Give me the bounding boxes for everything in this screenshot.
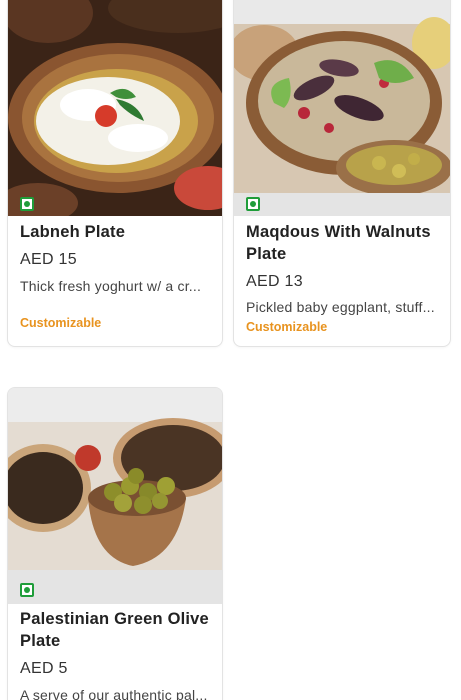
food-image[interactable]: [8, 388, 222, 604]
maqdous-photo: [234, 0, 450, 216]
item-title: Palestinian Green Olive Plate: [20, 610, 209, 650]
menu-item-card[interactable]: Palestinian Green Olive Plate AED 5 A se…: [7, 387, 223, 700]
veg-indicator-icon: [246, 197, 260, 211]
olive-photo: [8, 388, 222, 604]
labneh-photo: [8, 0, 222, 216]
item-price: AED 5: [20, 660, 68, 677]
item-description: A serve of our authentic pal...: [20, 687, 208, 700]
menu-item-card[interactable]: Maqdous With Walnuts Plate AED 13 Pickle…: [233, 0, 451, 347]
item-description: Thick fresh yoghurt w/ a cr...: [20, 278, 202, 294]
item-title: Labneh Plate: [20, 223, 126, 241]
food-image[interactable]: [234, 0, 450, 216]
item-price: AED 15: [20, 251, 77, 268]
item-price: AED 13: [246, 273, 303, 290]
item-description: Pickled baby eggplant, stuff...: [246, 299, 435, 315]
item-title: Maqdous With Walnuts Plate: [246, 223, 431, 263]
customizable-tag[interactable]: Customizable: [20, 315, 212, 331]
food-image[interactable]: [8, 0, 222, 216]
menu-item-card[interactable]: Labneh Plate AED 15 Thick fresh yoghurt …: [7, 0, 223, 347]
veg-indicator-icon: [20, 583, 34, 597]
customizable-tag[interactable]: Customizable: [246, 319, 440, 335]
veg-indicator-icon: [20, 197, 34, 211]
